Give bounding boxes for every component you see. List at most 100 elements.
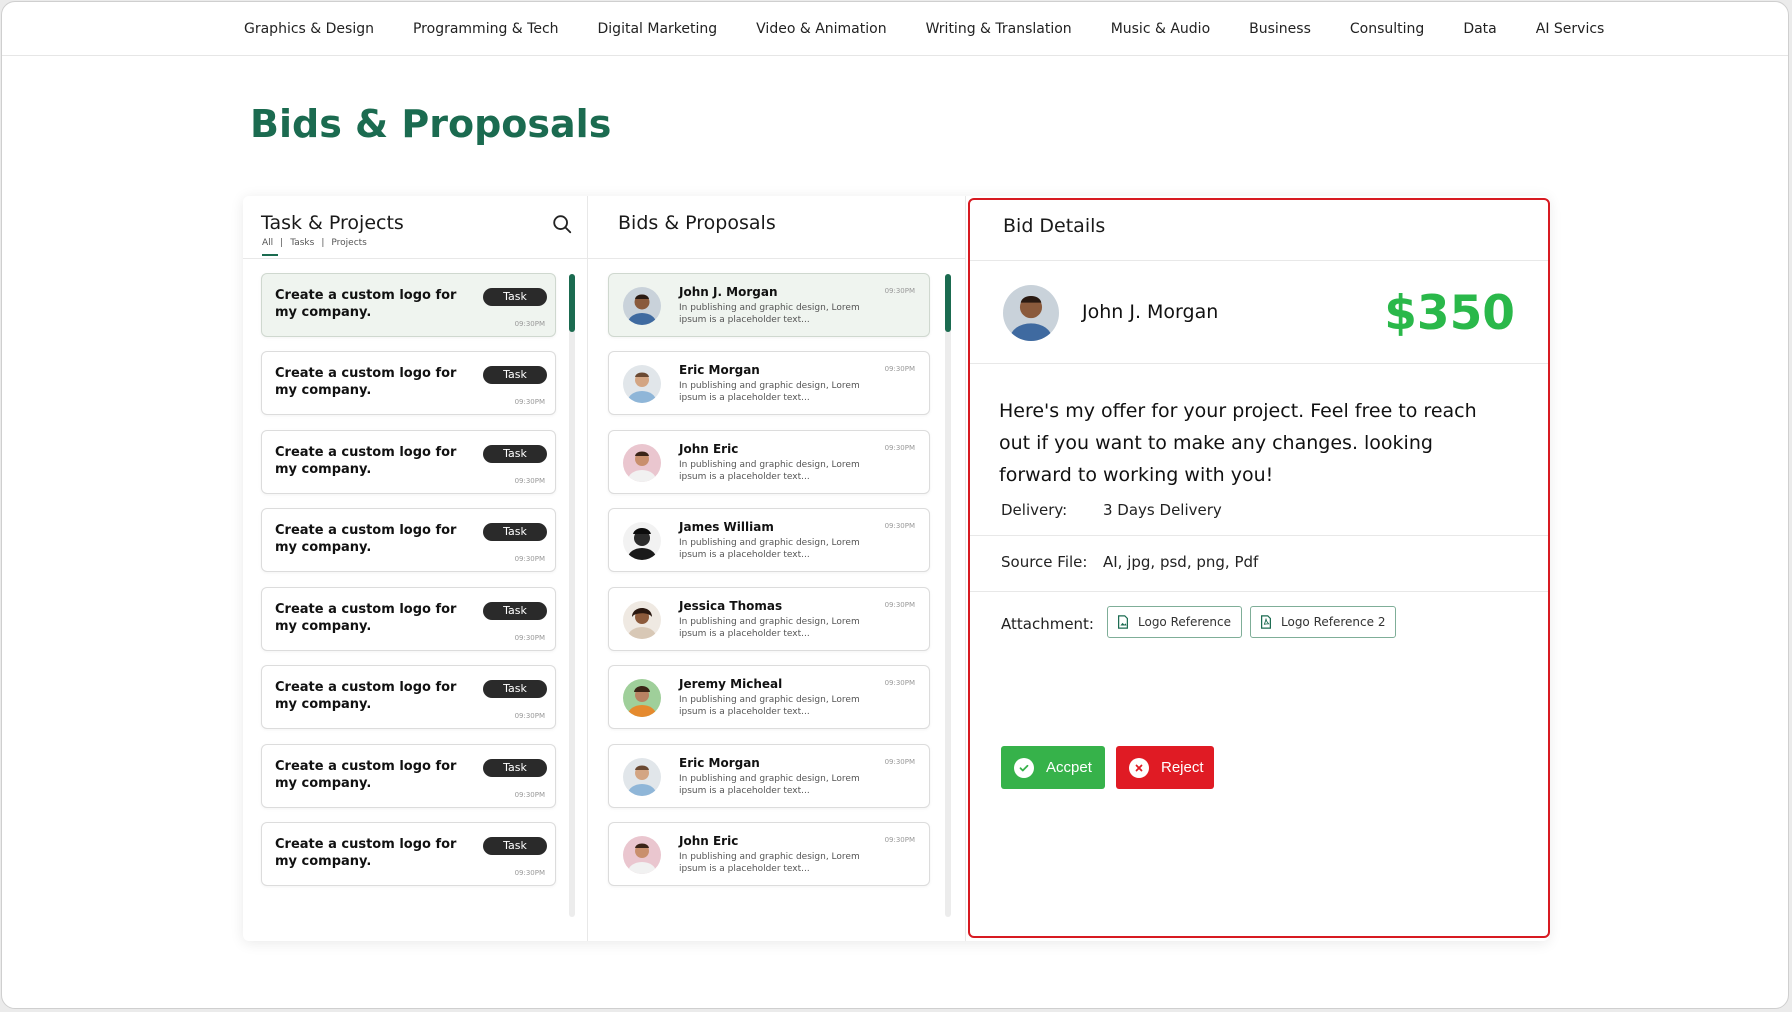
task-item[interactable]: Create a custom logo for my company. Tas… (261, 430, 556, 494)
close-circle-icon (1129, 757, 1149, 778)
nav-video-animation[interactable]: Video & Animation (756, 21, 886, 37)
bid-details-title: Bid Details (1003, 215, 1106, 237)
attachment-name: Logo Reference 2 (1281, 615, 1386, 629)
bid-snippet: In publishing and graphic design, Lorem … (679, 774, 860, 796)
task-item[interactable]: Create a custom logo for my company. Tas… (261, 587, 556, 651)
bid-item[interactable]: Eric Morgan In publishing and graphic de… (608, 744, 930, 808)
task-type-badge: Task (483, 759, 547, 777)
tasks-scrollbar-thumb[interactable] (569, 274, 575, 332)
page-title: Bids & Proposals (250, 102, 612, 146)
bid-message: Here's my offer for your project. Feel f… (999, 400, 1477, 486)
attachment-row: Attachment: Logo Reference Logo Referenc… (970, 592, 1548, 662)
bid-item[interactable]: Jeremy Micheal In publishing and graphic… (608, 665, 930, 729)
nav-data[interactable]: Data (1463, 21, 1496, 37)
bid-item[interactable]: Jessica Thomas In publishing and graphic… (608, 587, 930, 651)
filter-separator: | (280, 238, 284, 248)
delivery-value: 3 Days Delivery (1103, 501, 1222, 519)
bid-time: 09:30PM (884, 836, 915, 844)
pdf-file-icon (1261, 615, 1271, 629)
task-time: 09:30PM (514, 634, 545, 642)
tasks-panel-title: Task & Projects (261, 212, 404, 234)
tasks-filter-tabs: All | Tasks | Projects (262, 238, 367, 256)
task-item[interactable]: Create a custom logo for my company. Tas… (261, 822, 556, 886)
task-title: Create a custom logo for my company. (275, 288, 457, 320)
source-file-row: Source File: AI, jpg, psd, png, Pdf (970, 536, 1548, 592)
bidder-name: John Eric (679, 442, 739, 456)
task-type-badge: Task (483, 288, 547, 306)
bids-scrollbar-thumb[interactable] (945, 274, 951, 332)
accept-label: Accpet (1046, 759, 1092, 776)
nav-digital-marketing[interactable]: Digital Marketing (598, 21, 718, 37)
nav-music-audio[interactable]: Music & Audio (1111, 21, 1210, 37)
bid-snippet: In publishing and graphic design, Lorem … (679, 617, 860, 639)
bid-snippet: In publishing and graphic design, Lorem … (679, 852, 860, 874)
bidder-name: John J. Morgan (1082, 301, 1219, 323)
check-circle-icon (1014, 757, 1034, 778)
category-nav: Graphics & Design Programming & Tech Dig… (2, 2, 1788, 56)
bidder-name: Jeremy Micheal (679, 677, 783, 691)
filter-tasks[interactable]: Tasks (290, 238, 314, 248)
reject-label: Reject (1161, 759, 1204, 776)
task-type-badge: Task (483, 523, 547, 541)
nav-ai-services[interactable]: AI Servics (1536, 21, 1605, 37)
bid-time: 09:30PM (884, 287, 915, 295)
nav-programming-tech[interactable]: Programming & Tech (413, 21, 559, 37)
search-icon[interactable] (551, 213, 573, 235)
nav-writing-translation[interactable]: Writing & Translation (926, 21, 1072, 37)
bid-item[interactable]: John J. Morgan In publishing and graphic… (608, 273, 930, 337)
tasks-panel: Task & Projects All | Tasks | Projects C… (243, 196, 588, 941)
bid-snippet: In publishing and graphic design, Lorem … (679, 303, 860, 325)
avatar (623, 601, 661, 639)
task-title: Create a custom logo for my company. (275, 366, 457, 398)
task-time: 09:30PM (514, 477, 545, 485)
bid-snippet: In publishing and graphic design, Lorem … (679, 538, 860, 560)
task-item[interactable]: Create a custom logo for my company. Tas… (261, 508, 556, 572)
bid-time: 09:30PM (884, 365, 915, 373)
avatar (623, 287, 661, 325)
avatar (623, 679, 661, 717)
bidder-summary: John J. Morgan $350 (970, 261, 1548, 364)
bid-item[interactable]: James William In publishing and graphic … (608, 508, 930, 572)
bidder-name: James William (679, 520, 774, 534)
bid-details-header: Bid Details (970, 200, 1548, 261)
tasks-scrollbar[interactable] (569, 274, 575, 917)
bid-price: $350 (1384, 286, 1515, 341)
attachment-chip[interactable]: Logo Reference 2 (1250, 606, 1397, 638)
bids-panel-header: Bids & Proposals (588, 196, 965, 259)
avatar (623, 836, 661, 874)
task-time: 09:30PM (514, 712, 545, 720)
task-time: 09:30PM (514, 320, 545, 328)
bids-scrollbar[interactable] (945, 274, 951, 917)
bid-snippet: In publishing and graphic design, Lorem … (679, 381, 860, 403)
attachment-name: Logo Reference (1138, 615, 1232, 629)
source-file-value: AI, jpg, psd, png, Pdf (1103, 553, 1259, 571)
nav-graphics-design[interactable]: Graphics & Design (244, 21, 374, 37)
bid-snippet: In publishing and graphic design, Lorem … (679, 460, 860, 482)
bid-item[interactable]: John Eric In publishing and graphic desi… (608, 430, 930, 494)
task-item[interactable]: Create a custom logo for my company. Tas… (261, 273, 556, 337)
bid-time: 09:30PM (884, 679, 915, 687)
task-title: Create a custom logo for my company. (275, 602, 457, 634)
bid-time: 09:30PM (884, 444, 915, 452)
task-item[interactable]: Create a custom logo for my company. Tas… (261, 744, 556, 808)
task-time: 09:30PM (514, 398, 545, 406)
task-time: 09:30PM (514, 791, 545, 799)
nav-business[interactable]: Business (1249, 21, 1311, 37)
task-type-badge: Task (483, 445, 547, 463)
nav-consulting[interactable]: Consulting (1350, 21, 1424, 37)
task-item[interactable]: Create a custom logo for my company. Tas… (261, 665, 556, 729)
bidder-name: John Eric (679, 834, 739, 848)
filter-separator: | (321, 238, 325, 248)
avatar (1003, 285, 1059, 341)
accept-button[interactable]: Accpet (1001, 746, 1105, 789)
attachment-chip[interactable]: Logo Reference (1107, 606, 1243, 638)
delivery-label: Delivery: (1001, 501, 1068, 519)
bid-item[interactable]: John Eric In publishing and graphic desi… (608, 822, 930, 886)
filter-all[interactable]: All (262, 238, 279, 256)
task-item[interactable]: Create a custom logo for my company. Tas… (261, 351, 556, 415)
bid-item[interactable]: Eric Morgan In publishing and graphic de… (608, 351, 930, 415)
reject-button[interactable]: Reject (1116, 746, 1214, 789)
bids-panel-title: Bids & Proposals (618, 212, 776, 234)
filter-projects[interactable]: Projects (331, 238, 366, 248)
task-title: Create a custom logo for my company. (275, 759, 457, 791)
